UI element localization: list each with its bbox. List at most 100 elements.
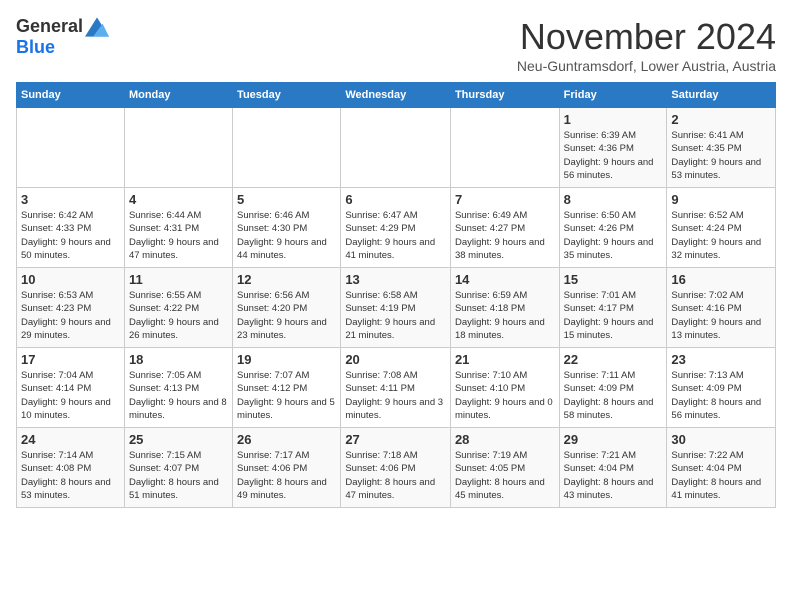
location-subtitle: Neu-Guntramsdorf, Lower Austria, Austria [517,58,776,74]
day-number: 16 [671,272,771,287]
day-number: 11 [129,272,228,287]
day-info: Sunrise: 7:21 AM Sunset: 4:04 PM Dayligh… [564,449,663,502]
calendar-cell: 5Sunrise: 6:46 AM Sunset: 4:30 PM Daylig… [233,188,341,268]
title-section: November 2024 Neu-Guntramsdorf, Lower Au… [517,16,776,74]
page-header: General Blue November 2024 Neu-Guntramsd… [16,16,776,74]
calendar-cell: 29Sunrise: 7:21 AM Sunset: 4:04 PM Dayli… [559,428,667,508]
calendar-week-3: 10 Sunrise: 6:53 AM Sunset: 4:23 PM Dayli… [17,268,776,348]
day-info: Sunrise: 7:13 AM Sunset: 4:09 PM Dayligh… [671,369,771,422]
calendar-cell: 6 Sunrise: 6:47 AM Sunset: 4:29 PM Daylig… [341,188,451,268]
day-info: Sunrise: 6:55 AM Sunset: 4:22 PM Dayligh… [129,289,228,342]
day-number: 28 [455,432,555,447]
day-number: 19 [237,352,336,367]
day-info: Sunrise: 6:53 AM Sunset: 4:23 PM Dayligh… [21,289,120,342]
calendar-cell: 8 Sunrise: 6:50 AM Sunset: 4:26 PM Daylig… [559,188,667,268]
calendar-cell: 9 Sunrise: 6:52 AM Sunset: 4:24 PM Daylig… [667,188,776,268]
day-number: 25 [129,432,228,447]
calendar-cell: 27 Sunrise: 7:18 AM Sunset: 4:06 PM Dayli… [341,428,451,508]
calendar-table: Sunday Monday Tuesday Wednesday Thursday… [16,82,776,508]
calendar-header: Sunday Monday Tuesday Wednesday Thursday… [17,83,776,108]
header-row: Sunday Monday Tuesday Wednesday Thursday… [17,83,776,108]
calendar-week-2: 3Sunrise: 6:42 AM Sunset: 4:33 PM Daylig… [17,188,776,268]
calendar-cell: 26 Sunrise: 7:17 AM Sunset: 4:06 PM Dayli… [233,428,341,508]
day-info: Sunrise: 6:39 AM Sunset: 4:36 PM Dayligh… [564,129,663,182]
header-sunday: Sunday [17,83,125,108]
calendar-cell: 20 Sunrise: 7:08 AM Sunset: 4:11 PM Dayli… [341,348,451,428]
day-number: 15 [564,272,663,287]
calendar-cell [17,108,125,188]
calendar-cell [341,108,451,188]
day-number: 3 [21,192,120,207]
calendar-cell: 15 Sunrise: 7:01 AM Sunset: 4:17 PM Dayli… [559,268,667,348]
day-info: Sunrise: 7:11 AM Sunset: 4:09 PM Dayligh… [564,369,663,422]
day-info: Sunrise: 6:52 AM Sunset: 4:24 PM Dayligh… [671,209,771,262]
day-number: 1 [564,112,663,127]
day-info: Sunrise: 6:41 AM Sunset: 4:35 PM Dayligh… [671,129,771,182]
calendar-week-4: 17 Sunrise: 7:04 AM Sunset: 4:14 PM Dayli… [17,348,776,428]
day-number: 24 [21,432,120,447]
calendar-cell: 22 Sunrise: 7:11 AM Sunset: 4:09 PM Dayli… [559,348,667,428]
month-title: November 2024 [517,16,776,58]
calendar-cell: 3Sunrise: 6:42 AM Sunset: 4:33 PM Daylig… [17,188,125,268]
day-number: 13 [345,272,446,287]
day-number: 8 [564,192,663,207]
day-info: Sunrise: 7:08 AM Sunset: 4:11 PM Dayligh… [345,369,446,422]
day-info: Sunrise: 6:49 AM Sunset: 4:27 PM Dayligh… [455,209,555,262]
calendar-cell: 4Sunrise: 6:44 AM Sunset: 4:31 PM Daylig… [124,188,232,268]
calendar-cell: 2 Sunrise: 6:41 AM Sunset: 4:35 PM Daylig… [667,108,776,188]
day-number: 6 [345,192,446,207]
day-info: Sunrise: 6:46 AM Sunset: 4:30 PM Dayligh… [237,209,336,262]
calendar-cell [450,108,559,188]
calendar-cell [124,108,232,188]
day-info: Sunrise: 6:56 AM Sunset: 4:20 PM Dayligh… [237,289,336,342]
day-number: 26 [237,432,336,447]
day-info: Sunrise: 7:15 AM Sunset: 4:07 PM Dayligh… [129,449,228,502]
day-info: Sunrise: 7:17 AM Sunset: 4:06 PM Dayligh… [237,449,336,502]
logo-general: General [16,16,83,37]
header-friday: Friday [559,83,667,108]
header-thursday: Thursday [450,83,559,108]
day-number: 14 [455,272,555,287]
day-info: Sunrise: 7:04 AM Sunset: 4:14 PM Dayligh… [21,369,120,422]
day-info: Sunrise: 7:07 AM Sunset: 4:12 PM Dayligh… [237,369,336,422]
day-info: Sunrise: 7:14 AM Sunset: 4:08 PM Dayligh… [21,449,120,502]
calendar-cell: 10 Sunrise: 6:53 AM Sunset: 4:23 PM Dayli… [17,268,125,348]
calendar-cell: 11 Sunrise: 6:55 AM Sunset: 4:22 PM Dayli… [124,268,232,348]
calendar-cell: 13 Sunrise: 6:58 AM Sunset: 4:19 PM Dayli… [341,268,451,348]
day-number: 22 [564,352,663,367]
logo: General Blue [16,16,109,58]
day-number: 10 [21,272,120,287]
day-number: 27 [345,432,446,447]
day-info: Sunrise: 7:02 AM Sunset: 4:16 PM Dayligh… [671,289,771,342]
calendar-week-5: 24 Sunrise: 7:14 AM Sunset: 4:08 PM Dayli… [17,428,776,508]
calendar-cell: 19 Sunrise: 7:07 AM Sunset: 4:12 PM Dayli… [233,348,341,428]
day-number: 20 [345,352,446,367]
calendar-cell: 7Sunrise: 6:49 AM Sunset: 4:27 PM Daylig… [450,188,559,268]
day-info: Sunrise: 6:58 AM Sunset: 4:19 PM Dayligh… [345,289,446,342]
day-number: 12 [237,272,336,287]
header-saturday: Saturday [667,83,776,108]
day-info: Sunrise: 7:18 AM Sunset: 4:06 PM Dayligh… [345,449,446,502]
day-info: Sunrise: 6:50 AM Sunset: 4:26 PM Dayligh… [564,209,663,262]
calendar-cell: 14Sunrise: 6:59 AM Sunset: 4:18 PM Dayli… [450,268,559,348]
header-monday: Monday [124,83,232,108]
day-info: Sunrise: 6:47 AM Sunset: 4:29 PM Dayligh… [345,209,446,262]
logo-icon [85,17,109,37]
day-info: Sunrise: 7:19 AM Sunset: 4:05 PM Dayligh… [455,449,555,502]
day-number: 2 [671,112,771,127]
day-number: 23 [671,352,771,367]
day-number: 17 [21,352,120,367]
day-number: 30 [671,432,771,447]
day-info: Sunrise: 7:05 AM Sunset: 4:13 PM Dayligh… [129,369,228,422]
calendar-cell: 24 Sunrise: 7:14 AM Sunset: 4:08 PM Dayli… [17,428,125,508]
day-info: Sunrise: 7:22 AM Sunset: 4:04 PM Dayligh… [671,449,771,502]
calendar-cell: 23 Sunrise: 7:13 AM Sunset: 4:09 PM Dayli… [667,348,776,428]
calendar-cell: 25 Sunrise: 7:15 AM Sunset: 4:07 PM Dayli… [124,428,232,508]
calendar-cell: 28 Sunrise: 7:19 AM Sunset: 4:05 PM Dayli… [450,428,559,508]
day-info: Sunrise: 7:01 AM Sunset: 4:17 PM Dayligh… [564,289,663,342]
calendar-cell: 30 Sunrise: 7:22 AM Sunset: 4:04 PM Dayli… [667,428,776,508]
day-number: 9 [671,192,771,207]
day-info: Sunrise: 6:44 AM Sunset: 4:31 PM Dayligh… [129,209,228,262]
calendar-cell [233,108,341,188]
header-wednesday: Wednesday [341,83,451,108]
